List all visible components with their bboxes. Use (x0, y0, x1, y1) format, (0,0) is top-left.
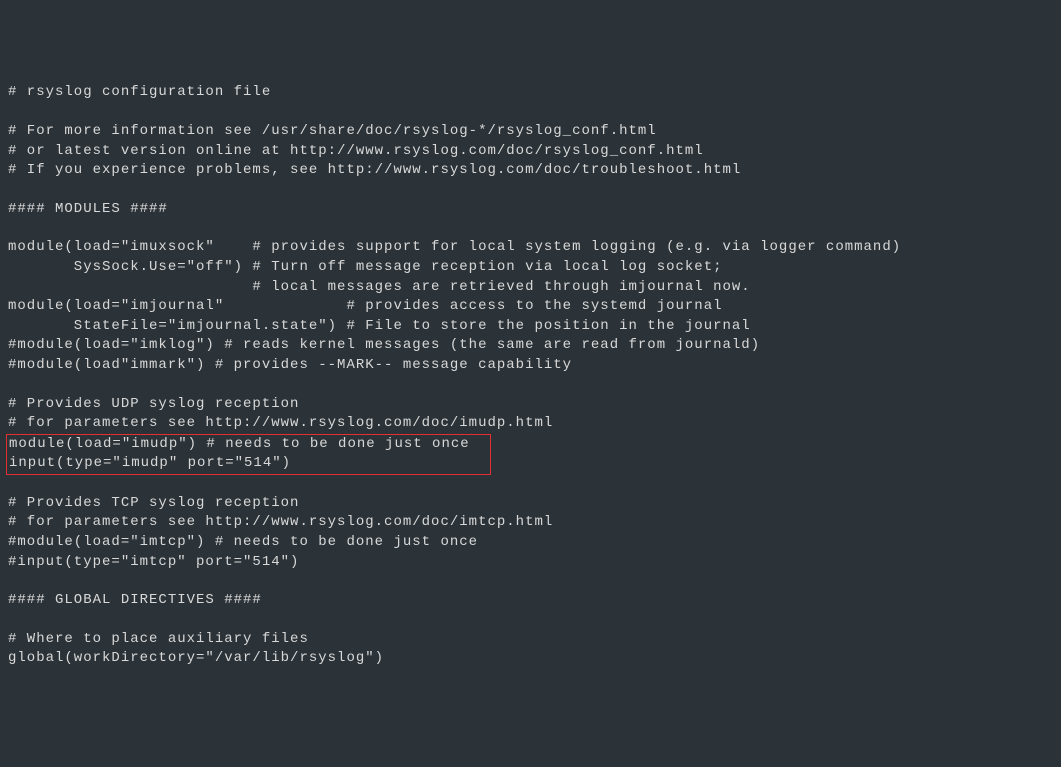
config-line (8, 611, 1053, 630)
config-line: #module(load="imtcp") # needs to be done… (8, 533, 1053, 553)
config-line: # Where to place auxiliary files (8, 630, 1053, 650)
config-line: SysSock.Use="off") # Turn off message re… (8, 258, 1053, 278)
highlighted-config-block: module(load="imudp") # needs to be done … (6, 434, 491, 475)
config-line (8, 572, 1053, 591)
config-line (8, 219, 1053, 238)
config-line (8, 376, 1053, 395)
config-line: # for parameters see http://www.rsyslog.… (8, 414, 1053, 434)
config-line (8, 103, 1053, 122)
config-line: # Provides UDP syslog reception (8, 395, 1053, 415)
config-line: # If you experience problems, see http:/… (8, 161, 1053, 181)
config-line: #input(type="imtcp" port="514") (8, 553, 1053, 573)
config-line: module(load="imuxsock" # provides suppor… (8, 238, 1053, 258)
config-line-highlighted: module(load="imudp") # needs to be done … (9, 435, 488, 455)
config-line: global(workDirectory="/var/lib/rsyslog") (8, 649, 1053, 669)
config-line-highlighted: input(type="imudp" port="514") (9, 454, 488, 474)
config-line: #module(load="imklog") # reads kernel me… (8, 336, 1053, 356)
config-line: StateFile="imjournal.state") # File to s… (8, 317, 1053, 337)
config-line: # For more information see /usr/share/do… (8, 122, 1053, 142)
config-line: # or latest version online at http://www… (8, 142, 1053, 162)
config-line: # local messages are retrieved through i… (8, 278, 1053, 298)
config-line: # rsyslog configuration file (8, 83, 1053, 103)
config-line (8, 475, 1053, 494)
config-line (8, 181, 1053, 200)
terminal-editor[interactable]: # rsyslog configuration file # For more i… (8, 83, 1053, 669)
config-line: # for parameters see http://www.rsyslog.… (8, 513, 1053, 533)
config-line: module(load="imjournal" # provides acces… (8, 297, 1053, 317)
config-line: #### MODULES #### (8, 200, 1053, 220)
config-line: #module(load"immark") # provides --MARK-… (8, 356, 1053, 376)
config-line: # Provides TCP syslog reception (8, 494, 1053, 514)
